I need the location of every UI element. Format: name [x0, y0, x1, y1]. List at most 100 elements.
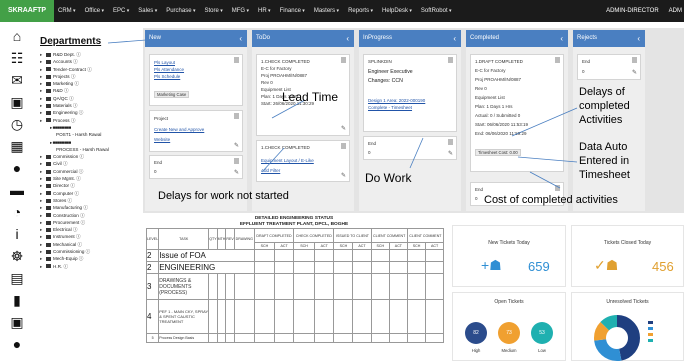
- task-link[interactable]: Equipment Layout / E-Like: [257, 157, 349, 164]
- task-card[interactable]: Project Create New and Approve Website ✎: [149, 110, 243, 152]
- column-header[interactable]: New ‹: [145, 30, 247, 47]
- delete-icon[interactable]: [555, 57, 560, 63]
- chevron-left-icon[interactable]: ‹: [346, 30, 349, 47]
- task-link[interactable]: Pls Attendance: [150, 66, 242, 73]
- top-menu-item[interactable]: EPC: [113, 0, 129, 22]
- edit-icon[interactable]: ✎: [341, 125, 346, 132]
- department-item[interactable]: ▸ Projects ⓘ: [40, 73, 140, 80]
- column-header[interactable]: Rejects ‹: [573, 30, 645, 47]
- calendar-icon[interactable]: ▦: [9, 138, 25, 154]
- department-item[interactable]: ▸ Accounts ⓘ: [40, 58, 140, 65]
- top-menu-item[interactable]: Reports: [348, 0, 373, 22]
- top-menu-item[interactable]: CRM: [58, 0, 76, 22]
- delete-icon[interactable]: [632, 57, 637, 63]
- bar-chart-icon[interactable]: ▤: [9, 270, 25, 286]
- top-menu-item[interactable]: MFG: [232, 0, 249, 22]
- column-header[interactable]: Completed ‹: [466, 30, 568, 47]
- chevron-left-icon[interactable]: ‹: [453, 30, 456, 47]
- task-card[interactable]: End 0 ✎: [149, 155, 243, 179]
- department-item[interactable]: ▸ Construction ⓘ: [40, 212, 140, 219]
- department-item[interactable]: ▸ ■■■■■■■■: [40, 139, 140, 146]
- task-card[interactable]: SPLINKDIN Engineer Executive Changes: CC…: [363, 54, 457, 132]
- department-item[interactable]: ▸ Manufacturing ⓘ: [40, 204, 140, 211]
- department-item[interactable]: ▸ Electrical ⓘ: [40, 226, 140, 233]
- task-link[interactable]: Create New and Approve: [150, 126, 242, 133]
- unresolved-tickets-widget[interactable]: Unresolved Tickets: [571, 292, 684, 361]
- user-menu[interactable]: ADMIN-DIRECTOR: [606, 0, 659, 22]
- file-icon[interactable]: ▮: [9, 292, 25, 308]
- top-menu-item[interactable]: Sales: [138, 0, 157, 22]
- department-item[interactable]: PROCESS - Harsh Rawal: [40, 146, 140, 153]
- users-icon[interactable]: ●: [9, 160, 25, 176]
- department-item[interactable]: ▸ R&D Dept. ⓘ: [40, 51, 140, 58]
- column-header[interactable]: InProgress ‹: [359, 30, 461, 47]
- task-link[interactable]: Pls Layout: [150, 59, 242, 66]
- delete-icon[interactable]: [448, 139, 453, 145]
- admin-menu[interactable]: ADM: [669, 0, 682, 22]
- department-item[interactable]: ▸ Civil ⓘ: [40, 160, 140, 167]
- department-item[interactable]: ▸ Stores ⓘ: [40, 197, 140, 204]
- home-icon[interactable]: ⌂: [9, 28, 25, 44]
- timesheet-cost-tag[interactable]: Timesheet Cost: 0.00: [475, 149, 521, 156]
- edit-icon[interactable]: ✎: [234, 169, 239, 176]
- task-link[interactable]: Pls Schedule: [150, 73, 242, 80]
- delete-icon[interactable]: [234, 158, 239, 164]
- department-item[interactable]: ▸ Materials ⓘ: [40, 102, 140, 109]
- mail-icon[interactable]: ✉: [9, 72, 25, 88]
- column-header[interactable]: ToDo ‹: [252, 30, 354, 47]
- top-menu-item[interactable]: Purchase: [166, 0, 195, 22]
- org-chart-icon[interactable]: ☷: [9, 50, 25, 66]
- info-icon[interactable]: i: [9, 226, 25, 242]
- department-item[interactable]: ▸ H.R. ⓘ: [40, 263, 140, 270]
- department-item[interactable]: ▸ Engineering ⓘ: [40, 109, 140, 116]
- delete-icon[interactable]: [234, 57, 239, 63]
- delete-icon[interactable]: [448, 57, 453, 63]
- task-card[interactable]: 1.DRAFT COMPLETED E-C for Factory Proj P…: [470, 54, 564, 172]
- department-item[interactable]: ▸ Commissioning ⓘ: [40, 248, 140, 255]
- chevron-left-icon[interactable]: ‹: [637, 30, 640, 47]
- new-tickets-widget[interactable]: New Tickets Today +☗ 659: [452, 225, 566, 287]
- department-item[interactable]: ▸ Mechanical ⓘ: [40, 241, 140, 248]
- chevron-left-icon[interactable]: ‹: [239, 30, 242, 47]
- department-item[interactable]: ▸ Process ⓘ: [40, 117, 140, 124]
- department-item[interactable]: ▸ R&D ⓘ: [40, 87, 140, 94]
- top-menu-item[interactable]: Office: [85, 0, 104, 22]
- brand-logo[interactable]: SKRAAFTP: [0, 0, 54, 22]
- department-item[interactable]: ▸ Instrument ⓘ: [40, 233, 140, 240]
- task-card[interactable]: Pls Layout Pls Attendance Pls Schedule M…: [149, 54, 243, 106]
- top-menu-item[interactable]: HR: [258, 0, 271, 22]
- top-menu-item[interactable]: Store: [204, 0, 222, 22]
- task-link[interactable]: Add Filter: [257, 167, 349, 174]
- edit-icon[interactable]: ✎: [341, 172, 346, 179]
- edit-icon[interactable]: ✎: [448, 150, 453, 157]
- task-link[interactable]: Design 1 Area: 2022-000190: [364, 97, 456, 104]
- department-item[interactable]: ▸ Computer ⓘ: [40, 190, 140, 197]
- delete-icon[interactable]: [341, 57, 346, 63]
- department-item[interactable]: ▸ Commission ⓘ: [40, 153, 140, 160]
- clock-icon[interactable]: ◷: [9, 116, 25, 132]
- tickets-closed-widget[interactable]: Tickets Closed Today ✓☗ 456: [571, 225, 684, 287]
- top-menu-item[interactable]: Finance: [280, 0, 305, 22]
- share-icon[interactable]: ☸: [9, 248, 25, 264]
- delete-icon[interactable]: [555, 185, 560, 191]
- edit-icon[interactable]: ✎: [234, 142, 239, 149]
- department-item[interactable]: ▸ ■■■■■■■■: [40, 124, 140, 131]
- edit-icon[interactable]: ✎: [632, 69, 637, 76]
- department-item[interactable]: ▸ Site Mgmt. ⓘ: [40, 175, 140, 182]
- task-card[interactable]: 1.CHECK COMPLETED Equipment Layout / E-L…: [256, 140, 350, 182]
- top-menu-item[interactable]: HelpDesk: [382, 0, 412, 22]
- department-item[interactable]: ▸ Mech-Equip ⓘ: [40, 255, 140, 262]
- department-item[interactable]: ▸ QA/QC ⓘ: [40, 95, 140, 102]
- department-item[interactable]: ▸ Procurement ⓘ: [40, 219, 140, 226]
- document-icon[interactable]: ▬: [9, 182, 25, 198]
- low-tickets-bubble[interactable]: 53: [531, 322, 553, 344]
- chat-icon[interactable]: ●: [9, 336, 25, 352]
- task-link[interactable]: Complete - Timesheet: [364, 104, 456, 111]
- chevron-left-icon[interactable]: ‹: [560, 30, 563, 47]
- dashboard-icon[interactable]: ◔: [9, 204, 25, 220]
- department-item[interactable]: POST1 - Harsh Rawal: [40, 131, 140, 138]
- top-menu-item[interactable]: SoftRobot: [421, 0, 452, 22]
- medium-tickets-bubble[interactable]: 73: [498, 322, 520, 344]
- department-item[interactable]: ▸ Marketing ⓘ: [40, 80, 140, 87]
- task-card[interactable]: End 0 ✎: [363, 136, 457, 160]
